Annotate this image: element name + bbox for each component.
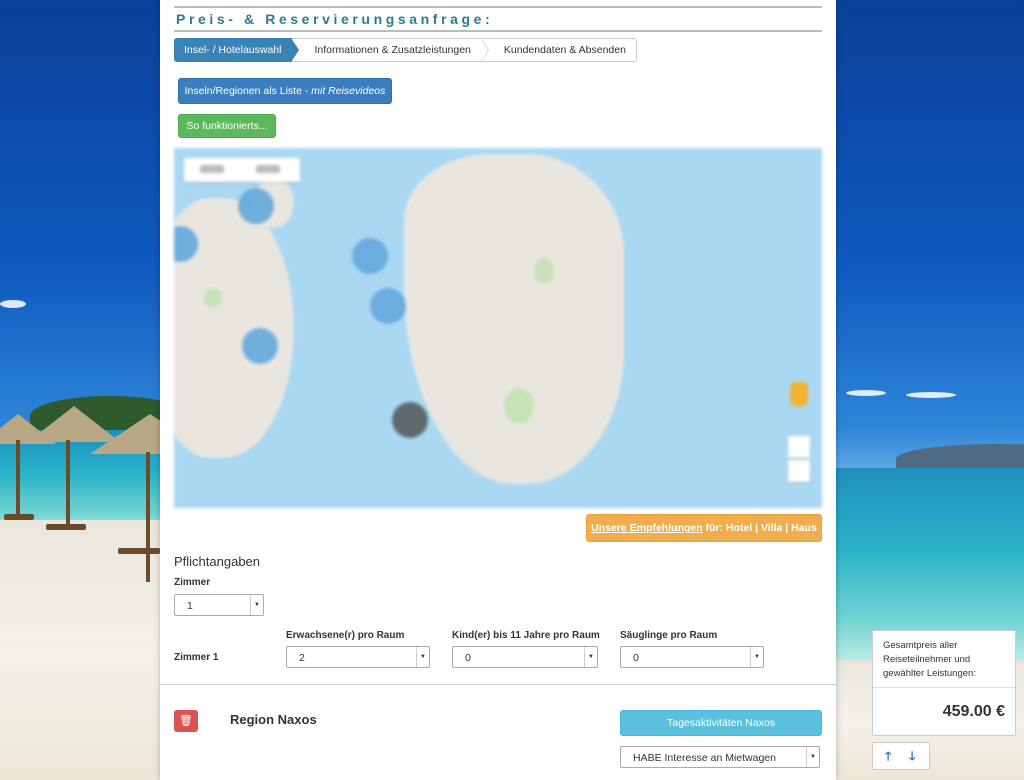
step-island-hotel[interactable]: Insel- / Hotelauswahl — [174, 38, 300, 62]
wizard-steps: Insel- / Hotelauswahl Informationen & Zu… — [174, 38, 637, 62]
step-information[interactable]: Informationen & Zusatzleistungen — [292, 38, 490, 62]
recommendations-button[interactable]: Unsere Empfehlungen für: Hotel | Villa |… — [586, 514, 822, 542]
islands-list-label: Inseln/Regionen als Liste - — [184, 85, 312, 97]
activities-button[interactable]: Tagesaktivitäten Naxos — [620, 710, 822, 736]
infants-label: Säuglinge pro Raum — [620, 630, 718, 641]
chevron-down-icon: ▼ — [806, 747, 819, 767]
map-marker[interactable] — [238, 188, 274, 224]
title-bar: Preis- & Reservierungsanfrage: — [174, 6, 822, 32]
section-title: Pflichtangaben — [174, 554, 261, 569]
room-row-label: Zimmer 1 — [174, 652, 219, 663]
rooms-select[interactable]: 1 ▼ — [174, 594, 264, 616]
main-panel: Preis- & Reservierungsanfrage: Insel- / … — [160, 0, 836, 780]
scroll-nav: 🡑 🡓 — [872, 742, 930, 770]
street-view-icon[interactable] — [790, 382, 808, 406]
children-label: Kind(er) bis 11 Jahre pro Raum — [452, 630, 600, 641]
arrow-down-icon[interactable]: 🡓 — [909, 747, 915, 768]
chevron-down-icon: ▼ — [250, 595, 263, 615]
map-marker[interactable] — [242, 328, 278, 364]
region-title: Region Naxos — [230, 712, 317, 727]
map-marker[interactable] — [392, 402, 428, 438]
chevron-down-icon: ▼ — [750, 647, 763, 667]
map-marker[interactable] — [352, 238, 388, 274]
background-left — [0, 0, 160, 780]
infants-select-value: 0 — [633, 652, 639, 664]
car-rental-select[interactable]: HABE Interesse an Mietwagen ▼ — [620, 746, 820, 768]
total-price: 459.00 € — [942, 703, 1005, 720]
page-title: Preis- & Reservierungsanfrage: — [176, 11, 494, 27]
adults-label: Erwachsene(r) pro Raum — [286, 630, 405, 641]
recommendations-rest: für: Hotel | Villa | Haus — [702, 522, 817, 534]
chevron-down-icon: ▼ — [584, 647, 597, 667]
price-label: Gesamtpreis aller Reiseteilnehmer und ge… — [883, 640, 976, 679]
map-type-control[interactable] — [184, 158, 300, 182]
step-customer-data[interactable]: Kundendaten & Absenden — [481, 38, 637, 62]
trash-icon: 🗑 — [179, 715, 193, 727]
map-marker[interactable] — [370, 288, 406, 324]
map[interactable] — [174, 148, 822, 508]
divider — [160, 684, 836, 685]
price-box: Gesamtpreis aller Reiseteilnehmer und ge… — [872, 630, 1016, 736]
rooms-select-value: 1 — [187, 600, 193, 612]
howto-button[interactable]: So funktionierts... — [178, 114, 276, 138]
chevron-down-icon: ▼ — [416, 647, 429, 667]
adults-select-value: 2 — [299, 652, 305, 664]
children-select-value: 0 — [465, 652, 471, 664]
infants-select[interactable]: 0 ▼ — [620, 646, 764, 668]
delete-region-button[interactable]: 🗑 — [174, 710, 198, 732]
naxos-island — [404, 154, 624, 484]
rooms-label: Zimmer — [174, 577, 211, 588]
children-select[interactable]: 0 ▼ — [452, 646, 598, 668]
islands-list-button[interactable]: Inseln/Regionen als Liste - mit Reisevid… — [178, 78, 392, 104]
arrow-up-icon[interactable]: 🡑 — [885, 747, 891, 768]
car-rental-select-value: HABE Interesse an Mietwagen — [633, 752, 776, 764]
zoom-out-button[interactable] — [788, 460, 810, 482]
islands-list-italic: mit Reisevideos — [311, 85, 386, 97]
recommendations-link[interactable]: Unsere Empfehlungen — [591, 522, 702, 534]
adults-select[interactable]: 2 ▼ — [286, 646, 430, 668]
zoom-in-button[interactable] — [788, 436, 810, 458]
